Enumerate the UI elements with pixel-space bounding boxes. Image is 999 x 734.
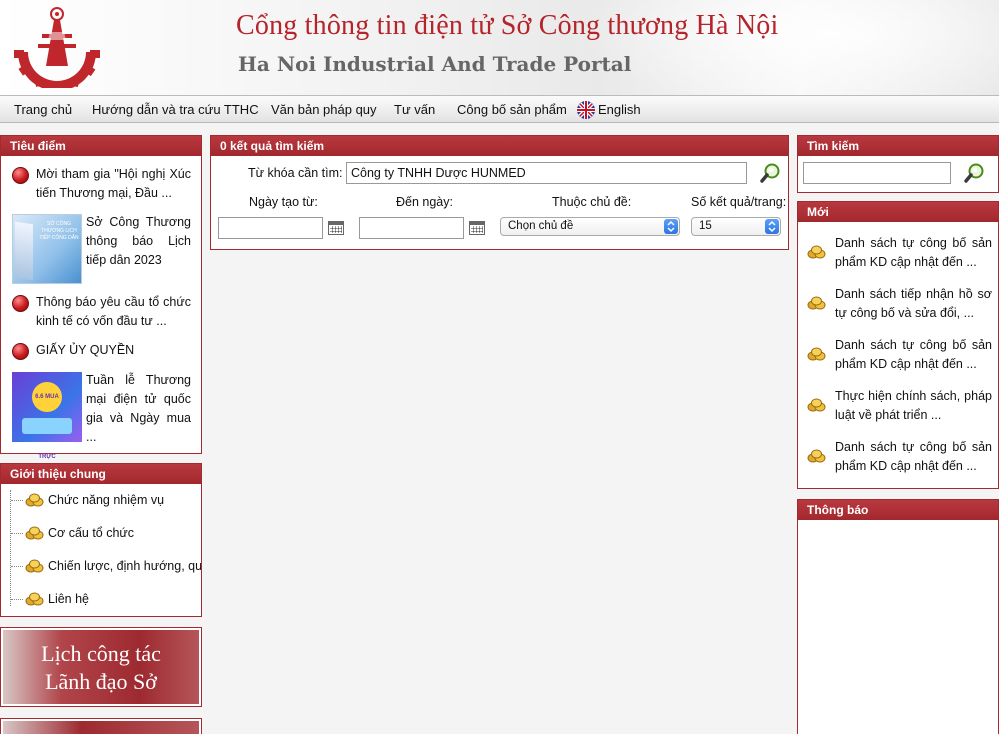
featured-item-2[interactable]: Sở Công Thương thông báo Lịch tiếp dân 2… [86, 213, 191, 270]
calendar-icon[interactable] [328, 221, 344, 235]
reception-schedule-thumbnail[interactable]: SỞ CÔNG THƯƠNG LỊCH TIẾP CÔNG DÂN [12, 214, 82, 284]
nav-item-consulting[interactable]: Tư vấn [394, 102, 435, 117]
second-banner[interactable] [0, 718, 202, 734]
tree-connector [11, 599, 23, 600]
intro-item-contact[interactable]: Liên hệ [48, 592, 89, 606]
tree-connector [10, 490, 11, 606]
featured-panel-title: Tiêu điểm [1, 136, 201, 156]
new-item-3[interactable]: Danh sách tự công bố sản phẩm KD cập nhậ… [835, 336, 992, 374]
leadership-schedule-banner[interactable]: Lịch công tác Lãnh đạo Sở [0, 627, 202, 707]
ecommerce-week-thumbnail[interactable]: 6.6 MUA SẮM TRỰC TUYẾN [12, 372, 82, 490]
site-title-english: Ha Noi Industrial And Trade Portal [238, 52, 632, 76]
to-date-input[interactable] [359, 217, 464, 239]
tree-connector [11, 533, 23, 534]
thumbnail-badge: 6.6 MUA SẮM TRỰC TUYẾN [32, 382, 62, 490]
red-bullet-icon [12, 343, 29, 360]
gold-coins-icon [807, 449, 826, 463]
intro-item-functions[interactable]: Chức năng nhiệm vụ [48, 493, 164, 507]
new-item-5[interactable]: Danh sách tự công bố sản phẩm KD cập nhậ… [835, 438, 992, 476]
featured-item-5[interactable]: Tuần lễ Thương mại điện tử quốc gia và N… [86, 371, 191, 447]
search-results-title: 0 kết quả tìm kiếm [211, 136, 788, 156]
new-items-title: Mới [798, 202, 998, 222]
thumbnail-caption: SỞ CÔNG THƯƠNG LỊCH TIẾP CÔNG DÂN [39, 221, 79, 241]
tree-connector [11, 500, 23, 501]
featured-item-3[interactable]: Thông báo yêu cầu tổ chức kinh tế có vốn… [36, 293, 191, 331]
second-banner-graphic [3, 721, 199, 734]
nav-item-procedures[interactable]: Hướng dẫn và tra cứu TTHC [92, 102, 259, 117]
gold-coins-icon [25, 559, 44, 573]
new-item-4[interactable]: Thực hiện chính sách, pháp luật về phát … [835, 387, 992, 425]
thumbnail-laptop-shape [22, 418, 72, 434]
gold-coins-icon [807, 398, 826, 412]
nav-item-english[interactable]: English [598, 102, 641, 117]
intro-item-strategy[interactable]: Chiến lược, định hướng, quy [48, 559, 201, 573]
right-search-title: Tìm kiếm [798, 136, 998, 156]
per-page-select[interactable]: 15 [691, 217, 781, 236]
topic-select-value: Chọn chủ đề [508, 220, 574, 232]
announcements-title: Thông báo [798, 500, 998, 520]
topic-select[interactable]: Chọn chủ đề [500, 217, 680, 236]
featured-item-1[interactable]: Mời tham gia "Hội nghị Xúc tiến Thương m… [36, 165, 191, 203]
gold-coins-icon [807, 296, 826, 310]
per-page-label: Số kết quả/trang: [691, 195, 787, 209]
right-search-input[interactable] [803, 162, 951, 184]
keyword-label: Từ khóa cần tìm: [248, 166, 343, 180]
gold-coins-icon [807, 347, 826, 361]
site-title-vietnamese: Cổng thông tin điện tử Sở Công thương Hà… [236, 10, 779, 41]
thumbnail-book-shape [15, 221, 33, 281]
gold-coins-icon [25, 493, 44, 507]
tree-connector [11, 566, 23, 567]
banner-line-2: Lãnh đạo Sở [45, 669, 157, 694]
uk-flag-icon[interactable] [577, 101, 595, 119]
red-bullet-icon [12, 295, 29, 312]
announcements-panel: Thông báo [797, 499, 999, 734]
topic-label: Thuộc chủ đề: [552, 195, 632, 209]
site-header: Cổng thông tin điện tử Sở Công thương Hà… [0, 0, 999, 96]
nav-item-legal-docs[interactable]: Văn bản pháp quy [271, 102, 377, 117]
from-date-input[interactable] [218, 217, 323, 239]
calendar-icon[interactable] [469, 221, 485, 235]
intro-item-structure[interactable]: Cơ cấu tổ chức [48, 526, 134, 540]
introduction-panel-title: Giới thiệu chung [1, 464, 201, 484]
search-icon[interactable] [964, 162, 986, 184]
gold-coins-icon [25, 526, 44, 540]
banner-line-1: Lịch công tác [41, 641, 161, 666]
red-bullet-icon [12, 167, 29, 184]
to-date-label: Đến ngày: [396, 195, 453, 209]
gold-coins-icon [25, 592, 44, 606]
from-date-label: Ngày tạo từ: [249, 195, 318, 209]
nav-item-home[interactable]: Trang chủ [14, 102, 72, 117]
search-icon[interactable] [760, 162, 782, 184]
nav-item-product-announcement[interactable]: Công bố sản phẩm [457, 102, 567, 117]
keyword-input[interactable] [346, 162, 747, 184]
new-item-2[interactable]: Danh sách tiếp nhận hồ sơ tự công bố và … [835, 285, 992, 323]
per-page-select-value: 15 [699, 220, 712, 232]
featured-item-4[interactable]: GIẤY ỦY QUYỀN [36, 341, 191, 360]
select-arrows-icon [765, 219, 779, 234]
gold-coins-icon [807, 245, 826, 259]
banner-graphic: Lịch công tác Lãnh đạo Sở [3, 630, 199, 704]
new-item-1[interactable]: Danh sách tự công bố sản phẩm KD cập nhậ… [835, 234, 992, 272]
select-arrows-icon [664, 219, 678, 234]
gear-tower-logo-icon[interactable] [10, 4, 104, 88]
